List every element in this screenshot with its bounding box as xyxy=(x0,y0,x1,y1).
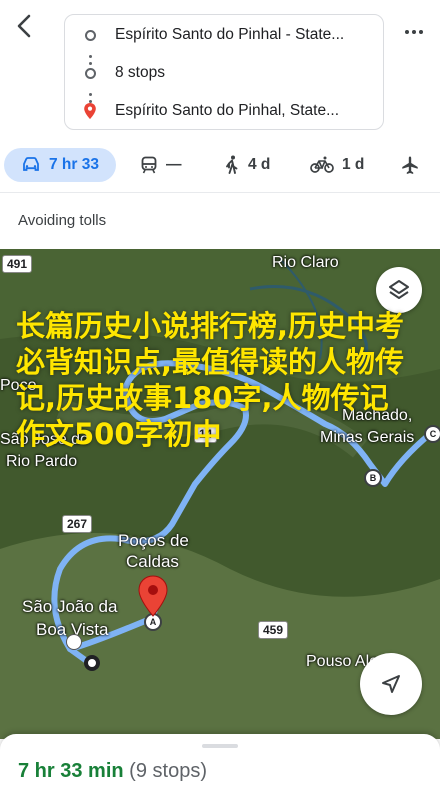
overlay-banner-text: 长篇历史小说排行榜,历史中考必背知识点,最值得读的人物传记,历史故事180字,人… xyxy=(16,309,405,451)
airplane-icon xyxy=(402,156,418,174)
walk-time: 4 d xyxy=(248,156,271,173)
mode-transit-tab[interactable]: — xyxy=(140,148,182,182)
route-card: Espírito Santo do Pinhal - State... 8 st… xyxy=(64,14,384,130)
map-label-rio-pardo: Rio Pardo xyxy=(6,453,78,470)
route-summary: 7 hr 33 min (9 stops) xyxy=(18,760,207,783)
layers-icon xyxy=(389,280,409,299)
navigation-arrow-icon xyxy=(382,675,400,693)
start-marker-icon[interactable] xyxy=(84,655,100,671)
recenter-button[interactable] xyxy=(360,653,422,715)
layers-button[interactable] xyxy=(376,267,422,313)
waypoint-marker[interactable] xyxy=(66,634,82,650)
road-459-shield: 459 xyxy=(258,621,289,639)
train-icon xyxy=(141,156,157,174)
mode-walk-tab[interactable]: 4 d xyxy=(224,148,270,182)
map-label-caldas: Caldas xyxy=(126,552,179,571)
bicycle-icon xyxy=(310,156,334,173)
map-label-sao-joao: São João da xyxy=(22,597,118,616)
summary-duration: 7 hr 33 min xyxy=(18,760,124,782)
stops-text: 8 stops xyxy=(115,64,165,81)
modes-divider xyxy=(0,192,440,193)
car-icon xyxy=(23,157,39,171)
origin-row[interactable]: Espírito Santo do Pinhal - State... xyxy=(65,17,383,53)
stops-circle-icon xyxy=(84,67,96,79)
transport-modes: 7 hr 33 — 4 d 1 d xyxy=(0,142,440,190)
mode-drive-tab[interactable]: 7 hr 33 xyxy=(4,148,116,182)
destination-text: Espírito Santo do Pinhal, State... xyxy=(115,102,340,119)
route-summary-sheet[interactable]: 7 hr 33 min (9 stops) xyxy=(0,734,440,804)
back-arrow-icon xyxy=(17,14,31,38)
map-label-rio-claro: Rio Claro xyxy=(272,254,339,271)
stop-c-marker[interactable]: C xyxy=(424,425,440,443)
destination-pin-icon[interactable] xyxy=(137,575,169,617)
map-label-pocos: Poços de xyxy=(118,531,189,550)
summary-stops: (9 stops) xyxy=(129,760,207,782)
destination-pin-icon xyxy=(84,103,96,119)
walking-icon xyxy=(226,155,238,174)
stops-row[interactable]: 8 stops xyxy=(65,55,383,91)
road-267-shield: 267 xyxy=(62,515,93,533)
back-button[interactable] xyxy=(12,10,36,42)
stop-b-marker[interactable]: B xyxy=(364,469,382,487)
avoiding-tolls-notice: Avoiding tolls xyxy=(18,212,107,229)
mode-bike-tab[interactable]: 1 d xyxy=(310,148,364,182)
drive-time: 7 hr 33 xyxy=(49,156,99,173)
transit-time: — xyxy=(166,156,182,173)
bike-time: 1 d xyxy=(342,156,365,173)
more-options-button[interactable] xyxy=(400,18,428,46)
sheet-drag-handle[interactable] xyxy=(202,744,238,748)
mode-flight-tab[interactable] xyxy=(400,148,420,182)
destination-row[interactable]: Espírito Santo do Pinhal, State... xyxy=(65,93,383,129)
road-491-shield: 491 xyxy=(2,255,33,273)
origin-text: Espírito Santo do Pinhal - State... xyxy=(115,26,345,43)
origin-circle-icon xyxy=(84,29,96,41)
